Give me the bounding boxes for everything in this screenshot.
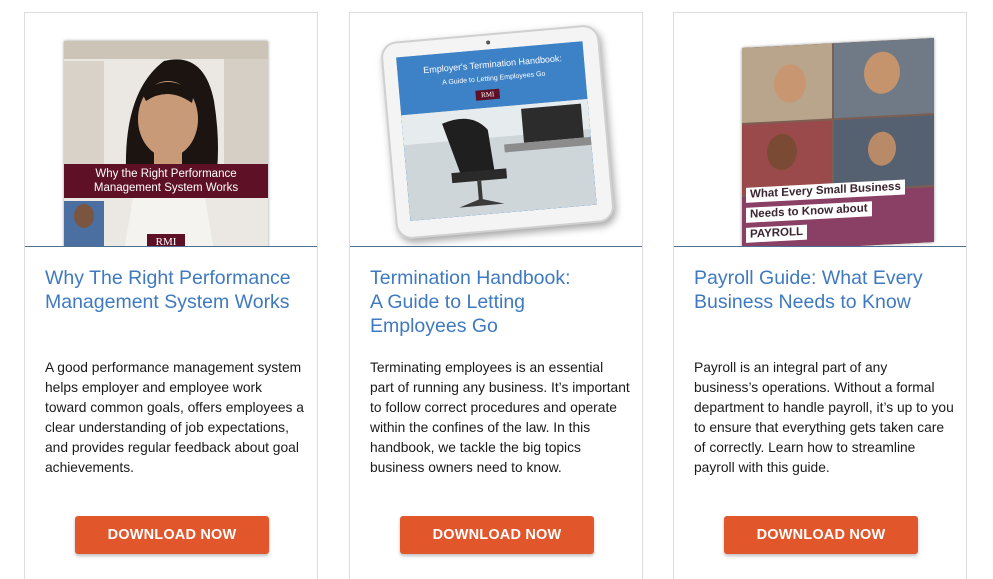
cover-line3: PAYROLL (746, 224, 808, 243)
tablet-mockup: Employer's Termination Handbook: A Guide… (379, 23, 616, 241)
cover-photo-woman (64, 41, 268, 246)
card-description: Terminating employees is an essential pa… (370, 360, 630, 475)
card-title-line3: Employees Go (370, 315, 498, 337)
ebook-thumbnail-performance[interactable]: Why the Right Performance Management Sys… (25, 13, 317, 247)
cover-title-band: Why the Right Performance Management Sys… (64, 164, 268, 198)
ebook-card-termination: Employer's Termination Handbook: A Guide… (349, 12, 643, 579)
card-title-line2: A Guide to Letting (370, 291, 526, 313)
cover-logo: RMI (147, 234, 185, 246)
ebook-thumbnail-termination[interactable]: Employer's Termination Handbook: A Guide… (350, 13, 642, 247)
card-description: Payroll is an integral part of any busin… (694, 360, 954, 475)
ebook-card-performance: Why the Right Performance Management Sys… (24, 12, 318, 579)
tablet-screen: Employer's Termination Handbook: A Guide… (396, 41, 597, 221)
card-title[interactable]: Payroll Guide: What Every Business Needs… (694, 266, 956, 314)
ebook-cover-performance: Why the Right Performance Management Sys… (64, 41, 268, 246)
ebook-card-payroll: What Every Small Business Needs to Know … (673, 12, 967, 579)
cover-title-line1: Why the Right Performance (95, 168, 237, 180)
download-now-button[interactable]: DOWNLOAD NOW (75, 516, 269, 554)
tablet-camera (485, 40, 491, 45)
card-title[interactable]: Termination Handbook: A Guide to Letting… (370, 266, 632, 338)
card-title[interactable]: Why The Right Performance Management Sys… (45, 266, 307, 314)
download-now-button[interactable]: DOWNLOAD NOW (724, 516, 918, 554)
download-now-button[interactable]: DOWNLOAD NOW (400, 516, 594, 554)
ebook-cover-payroll: What Every Small Business Needs to Know … (742, 37, 934, 246)
cover-title-line2: Management System Works (93, 182, 239, 194)
cover-logo: RMI (475, 88, 501, 101)
card-title-line1: Termination Handbook: (370, 267, 571, 289)
ebook-thumbnail-payroll[interactable]: What Every Small Business Needs to Know … (674, 13, 966, 247)
card-description: A good performance management system hel… (45, 360, 304, 475)
